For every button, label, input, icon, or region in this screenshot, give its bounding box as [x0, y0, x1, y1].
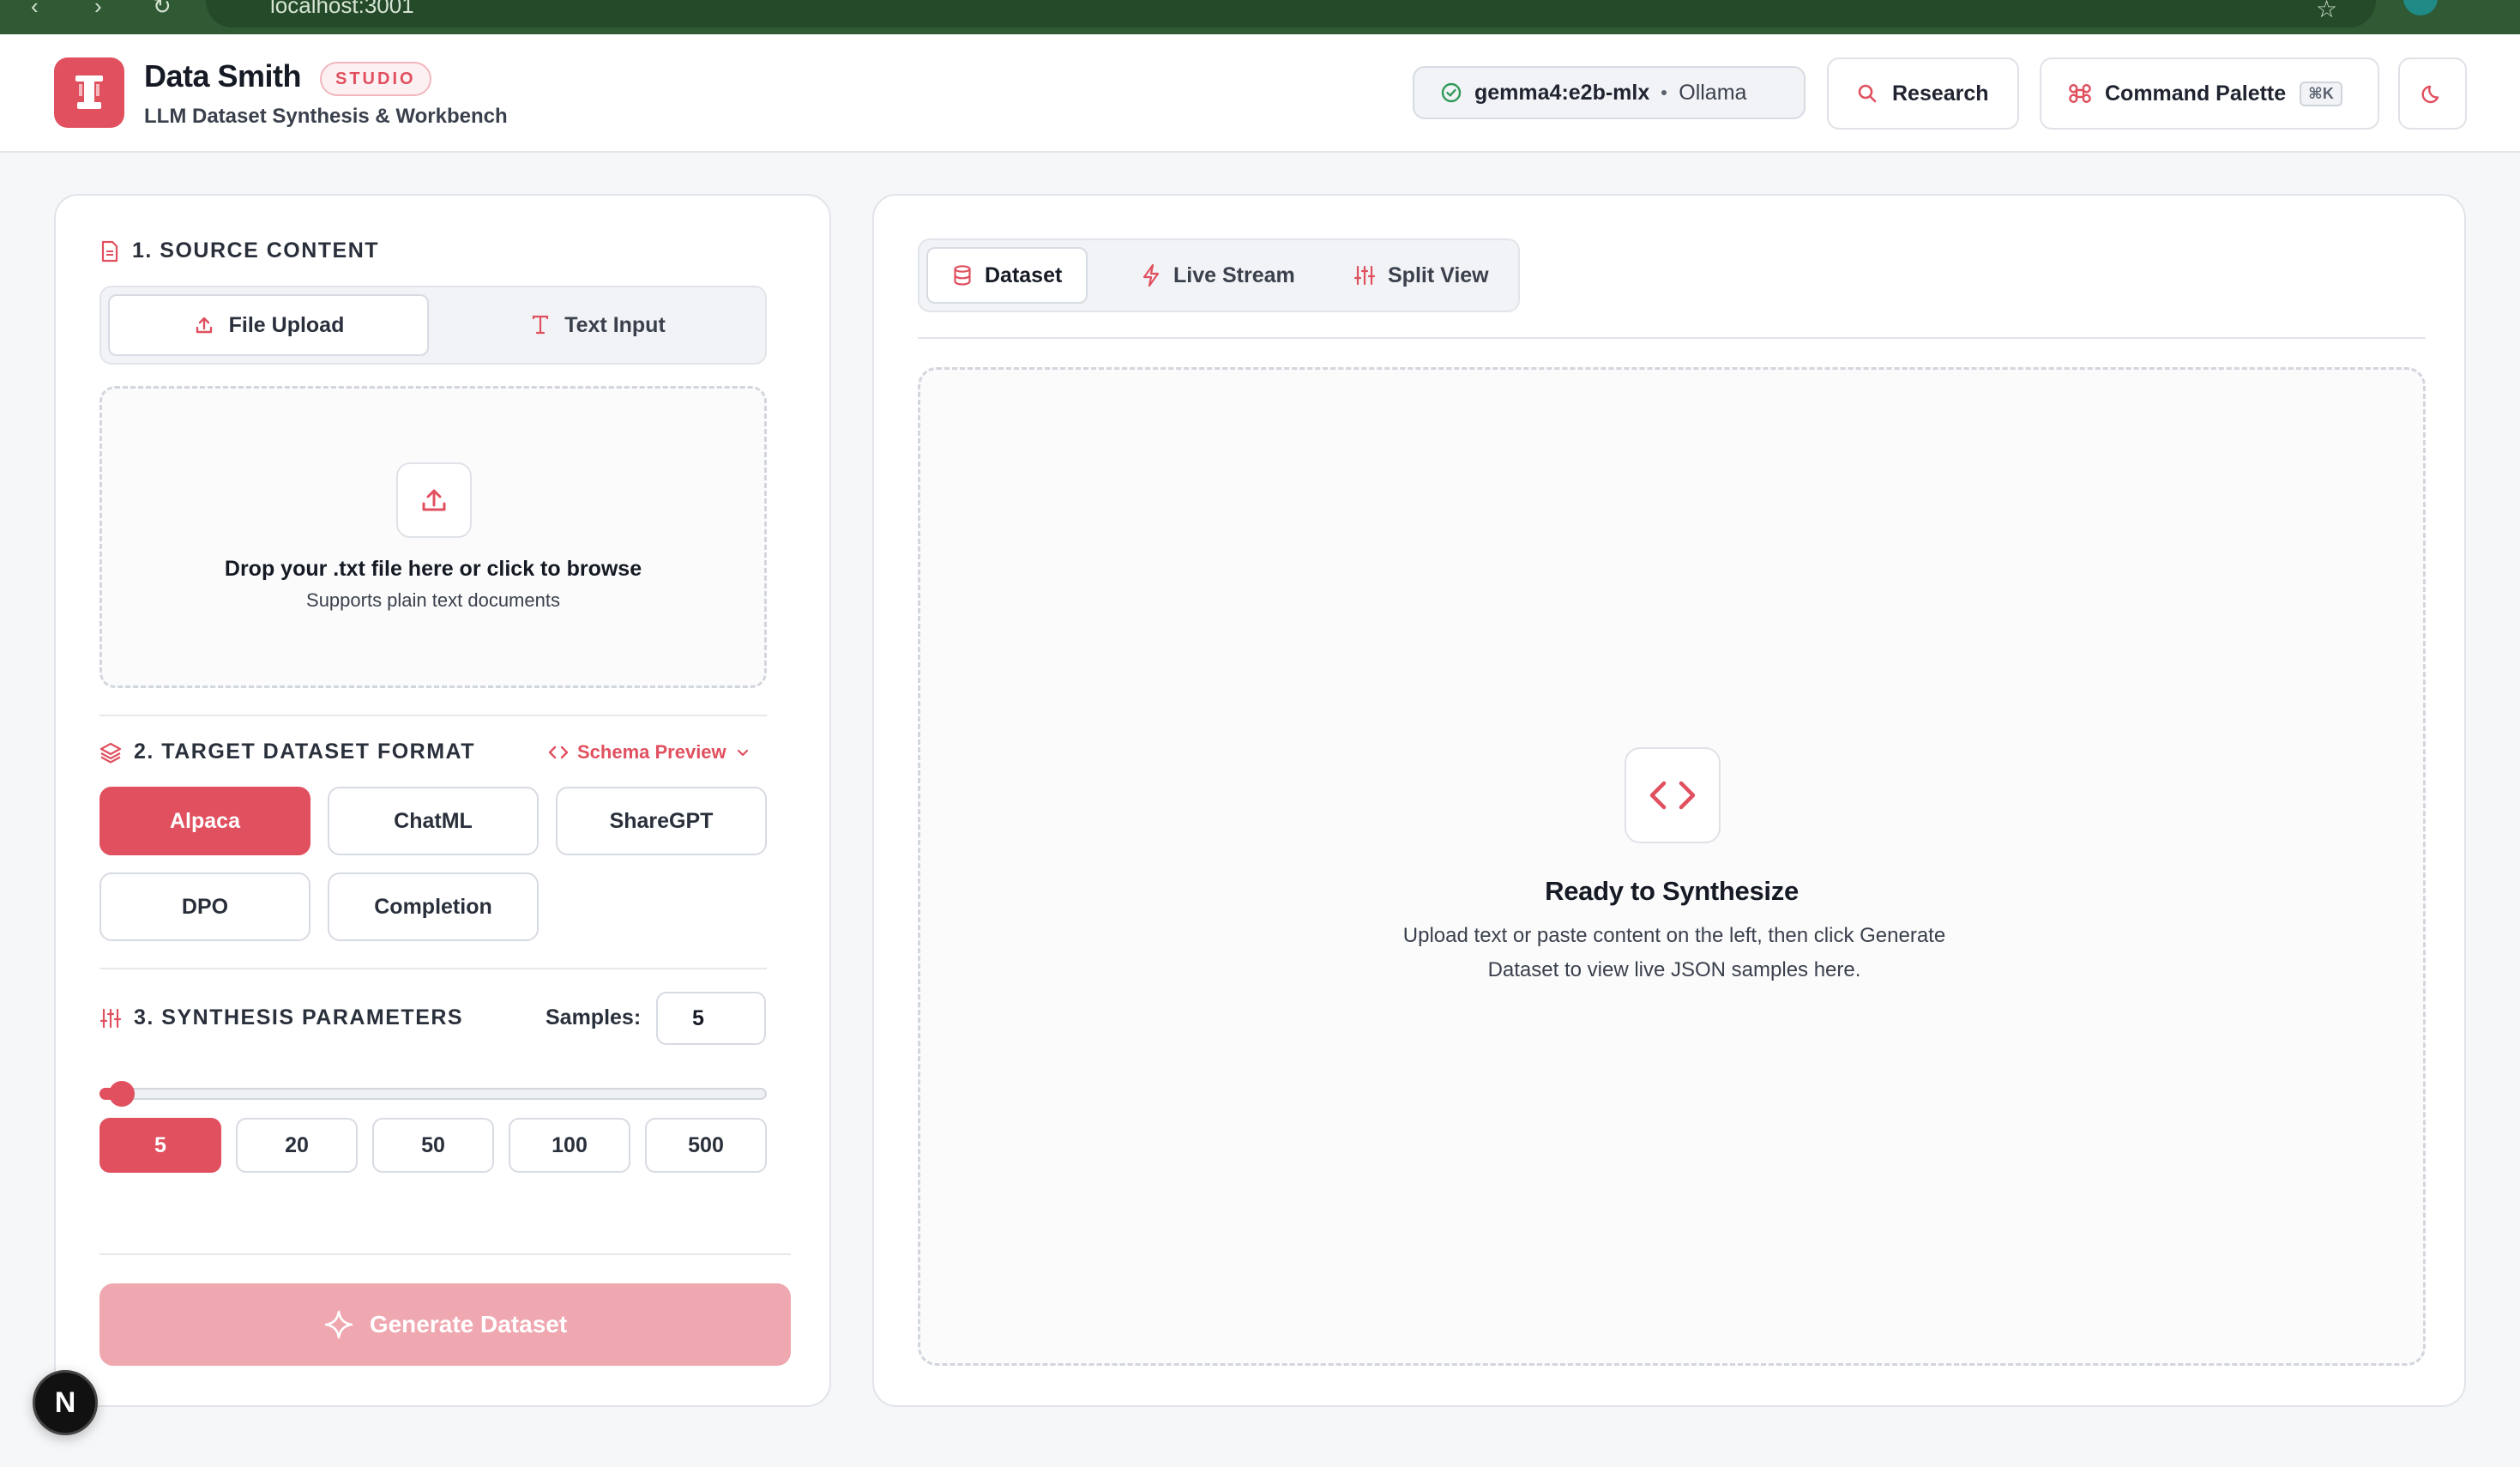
generate-dataset-button[interactable]: Generate Dataset — [99, 1283, 791, 1366]
layers-icon — [99, 742, 122, 764]
format-section-title: 2. TARGET DATASET FORMAT — [134, 740, 476, 764]
preset-5-button[interactable]: 5 — [99, 1118, 221, 1173]
schema-preview-label: Schema Preview — [577, 741, 726, 763]
command-palette-button[interactable]: Command Palette ⌘K — [2040, 57, 2379, 130]
upload-icon — [196, 317, 212, 334]
preset-20-button[interactable]: 20 — [236, 1118, 358, 1173]
schema-preview-toggle[interactable]: Schema Preview — [548, 741, 751, 764]
section-divider — [99, 1253, 791, 1255]
tab-live-stream-label: Live Stream — [1173, 263, 1295, 287]
model-status-pill[interactable]: gemma4:e2b-mlx Ollama — [1413, 66, 1806, 119]
model-name: gemma4:e2b-mlx — [1474, 80, 1650, 105]
app-logo — [54, 57, 124, 128]
tab-live-stream[interactable]: Live Stream — [1117, 247, 1319, 304]
code-icon-box — [1625, 747, 1721, 843]
sliders-icon — [1353, 265, 1376, 286]
dropzone-subtitle: Supports plain text documents — [306, 589, 560, 611]
params-section-header: 3. SYNTHESIS PARAMETERS — [99, 1005, 463, 1030]
tab-split-view-label: Split View — [1388, 263, 1489, 287]
brand-name: Data Smith — [144, 58, 302, 94]
theme-toggle-button[interactable] — [2398, 57, 2467, 130]
code-icon — [1649, 781, 1696, 810]
generate-dataset-label: Generate Dataset — [369, 1311, 568, 1337]
dropzone-title: Drop your .txt file here or click to bro… — [224, 557, 642, 581]
shortcut-badge: ⌘K — [2300, 81, 2342, 106]
format-section-header: 2. TARGET DATASET FORMAT — [99, 740, 475, 764]
check-circle-icon — [1441, 82, 1462, 103]
output-view-tabs: Dataset Live Stream Split View — [918, 238, 1520, 312]
studio-badge: STUDIO — [320, 62, 431, 96]
model-provider: Ollama — [1679, 80, 1747, 105]
tab-file-upload-label: File Upload — [228, 312, 345, 337]
chevron-down-icon — [737, 749, 748, 757]
command-palette-label: Command Palette — [2105, 81, 2287, 106]
command-icon — [2069, 84, 2091, 103]
address-bar[interactable] — [206, 0, 2376, 27]
separator-dot — [1661, 90, 1667, 95]
url-text: localhost:3001 — [270, 0, 414, 18]
brand-subtitle: LLM Dataset Synthesis & Workbench — [144, 105, 508, 128]
research-label: Research — [1892, 81, 1989, 106]
upload-icon — [422, 489, 446, 511]
tab-dataset-label: Dataset — [985, 263, 1063, 287]
format-alpaca-button[interactable]: Alpaca — [99, 787, 310, 855]
dataset-output-area: Ready to Synthesize Upload text or paste… — [918, 367, 2426, 1366]
tab-split-view[interactable]: Split View — [1329, 247, 1513, 304]
empty-state-line-1: Upload text or paste content on the left… — [1402, 924, 1946, 947]
lightning-icon — [1142, 263, 1160, 287]
params-section-title: 3. SYNTHESIS PARAMETERS — [134, 1005, 464, 1029]
preset-500-button[interactable]: 500 — [645, 1118, 767, 1173]
anvil-icon — [75, 75, 103, 109]
format-sharegpt-button[interactable]: ShareGPT — [556, 787, 767, 855]
code-icon — [548, 746, 569, 759]
tabs-divider — [918, 337, 2426, 339]
back-icon[interactable]: ‹ — [31, 0, 39, 20]
samples-input[interactable] — [656, 992, 766, 1045]
tab-text-input-label: Text Input — [564, 312, 666, 337]
samples-label: Samples: — [546, 1005, 642, 1029]
format-chatml-button[interactable]: ChatML — [328, 787, 539, 855]
tab-text-input[interactable]: Text Input — [437, 294, 758, 356]
app-header: Data Smith STUDIO LLM Dataset Synthesis … — [0, 34, 2520, 153]
search-icon — [1858, 84, 1877, 103]
tab-file-upload[interactable]: File Upload — [108, 294, 429, 356]
source-mode-toggle: File Upload Text Input — [99, 286, 767, 365]
document-icon — [101, 240, 118, 262]
empty-state-line-2: Dataset to view live JSON samples here. — [1487, 958, 1861, 981]
file-dropzone[interactable]: Drop your .txt file here or click to bro… — [99, 386, 767, 688]
sliders-icon — [99, 1008, 122, 1028]
empty-state-title: Ready to Synthesize — [1545, 876, 1799, 906]
preset-50-button[interactable]: 50 — [372, 1118, 494, 1173]
output-panel: Dataset Live Stream Split View Ready to … — [872, 194, 2466, 1407]
browser-toolbar: ‹ › ↻ localhost:3001 ☆ — [0, 0, 2520, 34]
format-dpo-button[interactable]: DPO — [99, 872, 310, 941]
upload-icon-box — [396, 462, 472, 538]
database-icon — [954, 265, 971, 286]
section-divider — [99, 968, 767, 969]
tab-dataset[interactable]: Dataset — [926, 247, 1088, 304]
preset-100-button[interactable]: 100 — [509, 1118, 630, 1173]
slider-thumb[interactable] — [109, 1081, 135, 1107]
empty-state-description: Upload text or paste content on the left… — [1331, 919, 2017, 987]
profile-avatar[interactable] — [2403, 0, 2438, 15]
bookmark-star-icon[interactable]: ☆ — [2316, 0, 2337, 23]
configuration-panel: 1. SOURCE CONTENT File Upload Text Input… — [54, 194, 831, 1407]
nextjs-dev-badge[interactable]: N — [33, 1370, 98, 1435]
research-button[interactable]: Research — [1827, 57, 2019, 130]
text-icon — [533, 315, 549, 335]
moon-icon — [2421, 85, 2439, 104]
source-section-header: 1. SOURCE CONTENT — [99, 238, 379, 263]
sparkle-icon — [324, 1310, 353, 1339]
source-section-title: 1. SOURCE CONTENT — [132, 238, 380, 263]
section-divider — [99, 715, 767, 716]
forward-icon[interactable]: › — [94, 0, 102, 20]
format-completion-button[interactable]: Completion — [328, 872, 539, 941]
reload-icon[interactable]: ↻ — [153, 0, 172, 20]
samples-slider[interactable] — [99, 1081, 767, 1107]
